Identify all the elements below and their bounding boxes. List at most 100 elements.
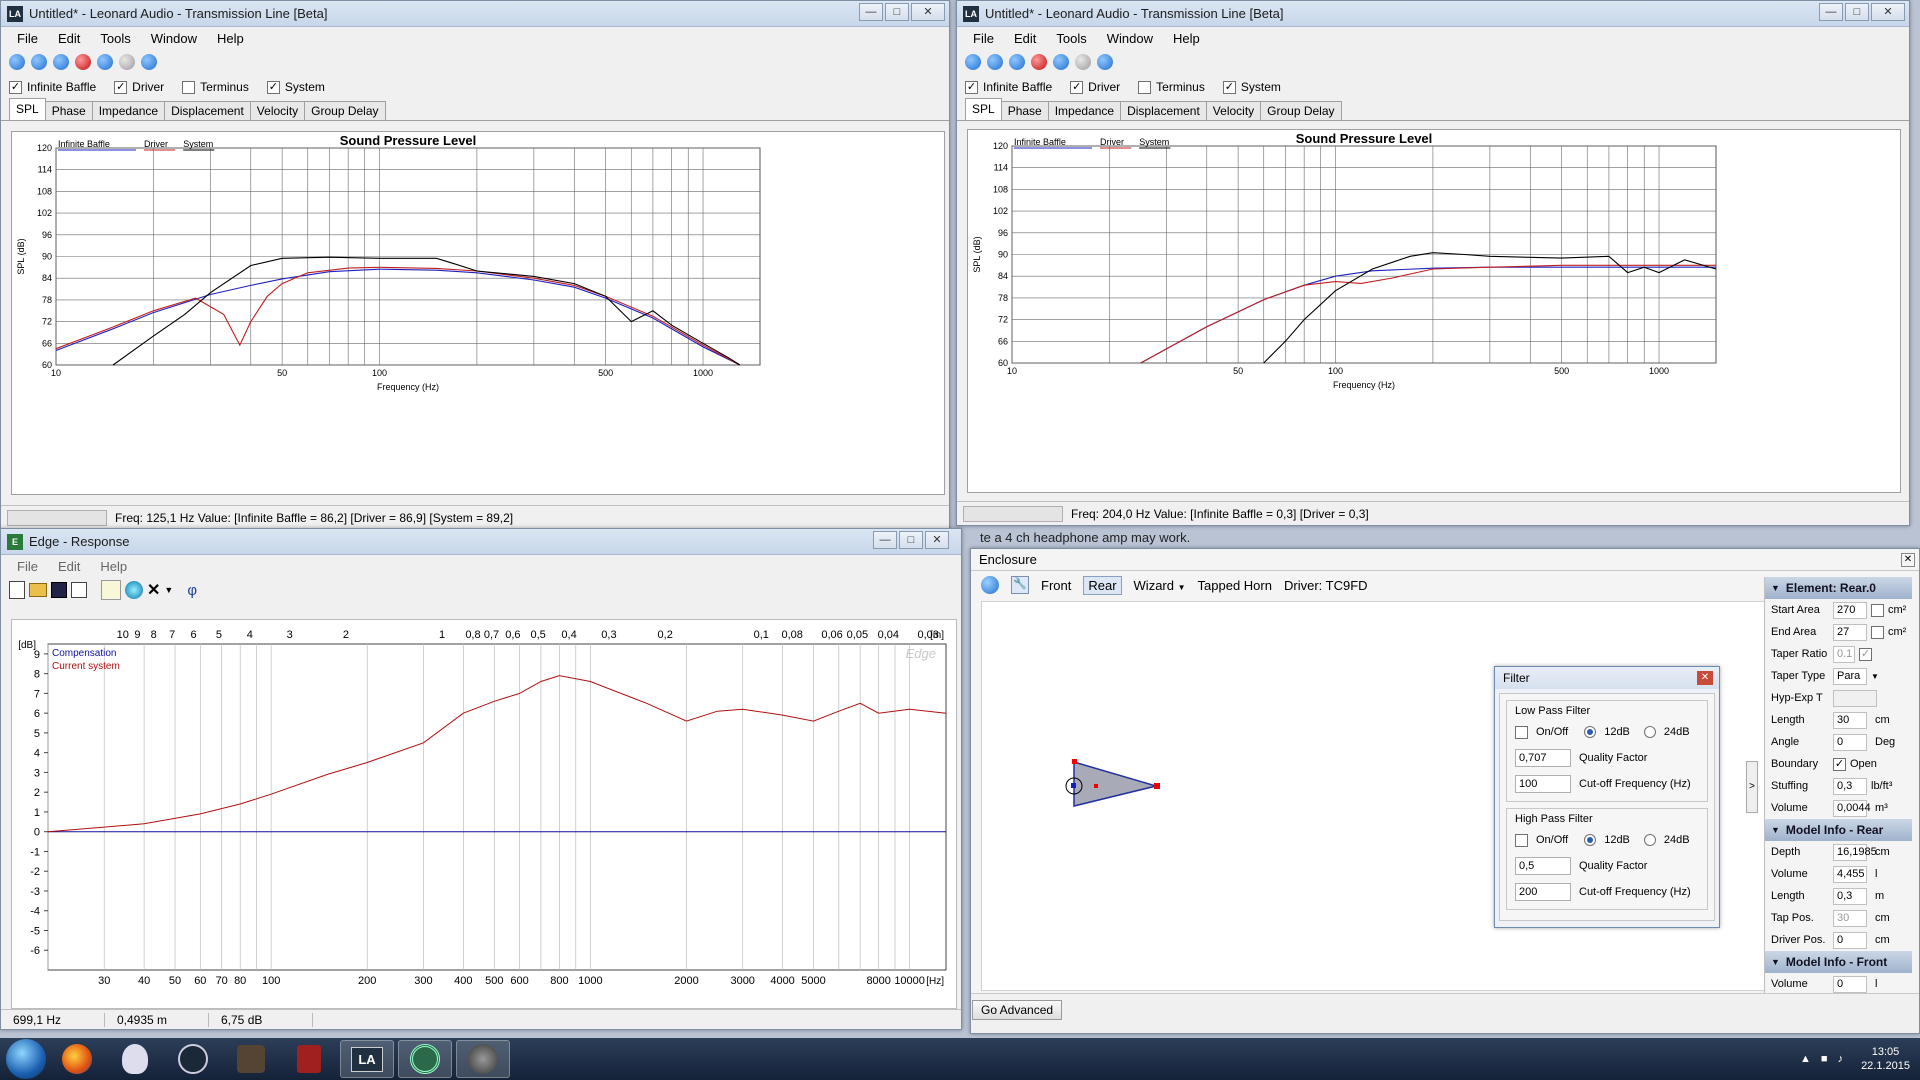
front-button[interactable]: Front [1041,578,1071,593]
prop-value[interactable]: 270 [1833,601,1867,619]
menu-file[interactable]: File [965,29,1002,48]
prop-value[interactable]: 27 [1833,623,1867,641]
volume-icon[interactable]: ♪ [1838,1053,1844,1065]
draw-icon[interactable] [101,580,121,600]
chevron-down-icon[interactable]: ▼ [1871,672,1879,681]
tab-spl[interactable]: SPL [9,98,46,120]
check-driver[interactable]: ✓ Driver [114,80,164,94]
checkbox[interactable] [1871,625,1884,639]
check-infinite-baffle[interactable]: ✓ Infinite Baffle [9,80,96,94]
record-icon[interactable] [75,54,91,70]
checkbox[interactable]: ✓ [1859,647,1872,661]
tab-velocity[interactable]: Velocity [1205,101,1262,120]
globe-icon[interactable] [125,581,143,599]
check-terminus[interactable]: Terminus [182,80,249,94]
title-bar[interactable]: LA Untitled* - Leonard Audio - Transmiss… [957,1,1909,27]
firefox-icon[interactable] [50,1040,104,1078]
check-driver[interactable]: ✓ Driver [1070,80,1120,94]
menu-edit[interactable]: Edit [1006,29,1044,48]
prop-value[interactable]: 0,0044 [1833,799,1871,817]
edge-task-icon[interactable] [398,1040,452,1078]
collapse-handle[interactable]: > [1746,761,1758,813]
next-icon[interactable] [1097,54,1113,70]
menu-file[interactable]: File [9,29,46,48]
title-bar[interactable]: LA Untitled* - Leonard Audio - Transmiss… [1,1,949,27]
title-bar[interactable]: E Edge - Response — □ ✕ [1,529,961,555]
checkbox[interactable]: ✓ [9,80,22,94]
play-icon[interactable] [53,54,69,70]
menu-file[interactable]: File [9,557,46,576]
checkbox[interactable] [1871,603,1884,617]
tab-group-delay[interactable]: Group Delay [1260,101,1342,120]
save-icon[interactable] [51,582,67,598]
app-icon[interactable] [282,1040,336,1078]
clock[interactable]: 13:05 22.1.2015 [1861,1045,1910,1073]
horn-shape[interactable] [1062,754,1182,824]
menu-edit[interactable]: Edit [50,557,88,576]
front-info-header[interactable]: ▼ Model Info - Front [1765,951,1912,973]
high-pass-fc-input[interactable] [1515,883,1571,901]
checkbox[interactable]: ✓ [1070,80,1084,94]
prop-value[interactable]: 0,3 [1833,777,1867,795]
check-system[interactable]: ✓ System [1222,80,1281,94]
prop-value[interactable]: 0 [1833,931,1867,949]
prop-value[interactable]: 30 [1833,711,1867,729]
tab-displacement[interactable]: Displacement [164,101,251,120]
menu-help[interactable]: Help [1165,29,1208,48]
tab-spl[interactable]: SPL [965,98,1002,120]
open-icon[interactable] [987,54,1003,70]
tab-impedance[interactable]: Impedance [91,101,166,120]
go-advanced-button[interactable]: Go Advanced [972,1000,1063,1020]
new-icon[interactable] [965,54,981,70]
close-icon[interactable]: ✕ [1697,671,1713,685]
prop-value[interactable]: Para [1833,667,1867,685]
checkbox[interactable] [182,80,196,94]
checkbox[interactable]: ✓ [266,80,280,94]
minimize-button[interactable]: — [859,3,883,21]
back-icon[interactable] [1053,54,1069,70]
tab-phase[interactable]: Phase [1000,101,1049,120]
checkbox[interactable] [1138,80,1152,94]
low-pass-onoff-checkbox[interactable] [1515,725,1528,739]
play-icon[interactable] [981,576,999,594]
back-icon[interactable] [97,54,113,70]
element-header[interactable]: ▼ Element: Rear.0 [1765,577,1912,599]
filter-title-bar[interactable]: Filter ✕ [1495,667,1719,689]
high-pass-onoff-checkbox[interactable] [1515,833,1528,847]
forward-icon[interactable] [119,54,135,70]
high-pass-24db-radio[interactable] [1643,834,1656,846]
start-orb-icon[interactable] [6,1039,46,1079]
check-terminus[interactable]: Terminus [1138,80,1205,94]
menu-help[interactable]: Help [209,29,252,48]
tab-velocity[interactable]: Velocity [249,101,306,120]
network-icon[interactable]: ■ [1821,1053,1828,1065]
wizard-dropdown[interactable]: Wizard ▼ [1134,578,1186,593]
minimize-button[interactable]: — [873,531,897,549]
rear-button[interactable]: Rear [1083,575,1122,595]
low-pass-12db-radio[interactable] [1584,726,1597,738]
low-pass-fc-input[interactable] [1515,775,1571,793]
tray-arrow-icon[interactable]: ▲ [1800,1053,1811,1065]
rear-info-header[interactable]: ▼ Model Info - Rear [1765,819,1912,841]
check-infinite-baffle[interactable]: ✓ Infinite Baffle [965,80,1052,94]
tab-phase[interactable]: Phase [44,101,93,120]
check-system[interactable]: ✓ System [266,80,325,94]
menu-help[interactable]: Help [92,557,135,576]
checkbox[interactable]: ✓ [114,80,128,94]
high-pass-q-input[interactable] [1515,857,1571,875]
wrench-icon[interactable]: 🔧 [1011,576,1029,594]
phase-icon[interactable]: φ [187,582,197,599]
open-icon[interactable] [31,54,47,70]
high-pass-12db-radio[interactable] [1584,834,1597,846]
low-pass-q-input[interactable] [1515,749,1571,767]
play-icon[interactable] [1009,54,1025,70]
checkbox[interactable]: ✓ [965,80,978,94]
maximize-button[interactable]: □ [1845,3,1869,21]
checkbox[interactable]: ✓ [1833,757,1846,771]
forward-icon[interactable] [1075,54,1091,70]
tab-impedance[interactable]: Impedance [1047,101,1122,120]
prop-value[interactable]: 0 [1833,733,1867,751]
menu-edit[interactable]: Edit [50,29,88,48]
maximize-button[interactable]: □ [899,531,923,549]
maximize-button[interactable]: □ [885,3,909,21]
